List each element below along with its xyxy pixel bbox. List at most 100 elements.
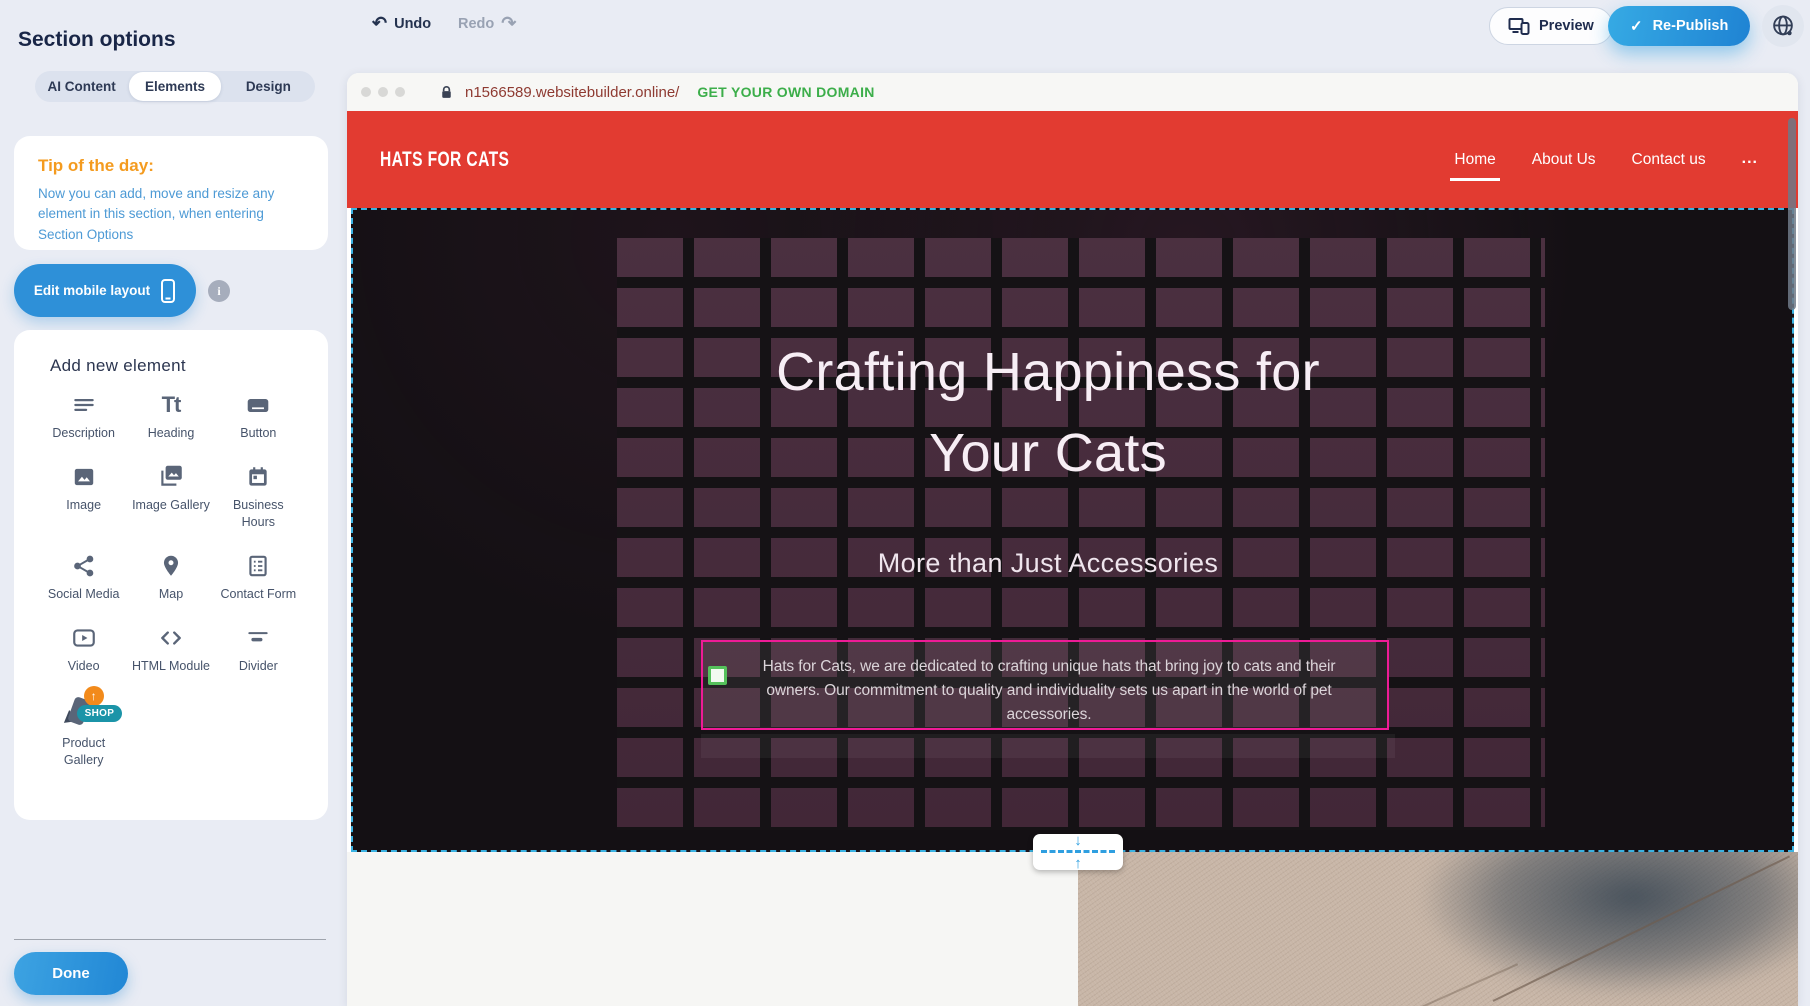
site-preview-canvas: n1566589.websitebuilder.online/ GET YOUR… <box>347 73 1798 1006</box>
add-element-description[interactable]: Description <box>40 390 127 442</box>
hero-title-line2: Your Cats <box>413 413 1683 494</box>
text-lines-icon <box>71 390 97 418</box>
nav-more-button[interactable]: ... <box>1742 156 1758 162</box>
code-icon <box>157 623 185 651</box>
smartphone-icon <box>160 278 176 304</box>
nav-item-home[interactable]: Home <box>1454 151 1495 169</box>
add-element-label: Map <box>159 586 183 603</box>
photo-crack-line <box>1408 963 1518 1006</box>
add-element-product-gallery[interactable]: SHOP Product Gallery <box>40 694 127 769</box>
add-element-label: Video <box>68 658 100 675</box>
add-element-label: Heading <box>148 425 195 442</box>
lock-icon <box>438 83 455 102</box>
site-nav: Home About Us Contact us ... <box>1454 151 1758 169</box>
language-globe-button[interactable] <box>1762 5 1804 47</box>
check-icon <box>1630 17 1643 35</box>
add-element-image-gallery[interactable]: Image Gallery <box>127 462 214 531</box>
hero-subtitle: More than Just Accessories <box>413 548 1683 579</box>
selected-paragraph-element[interactable]: Hats for Cats, we are dedicated to craft… <box>701 640 1389 730</box>
canvas-scrollbar[interactable] <box>1788 118 1796 310</box>
nav-item-about-us[interactable]: About Us <box>1532 151 1596 169</box>
element-hover-strip <box>701 734 1395 758</box>
add-element-label: Image Gallery <box>132 497 210 514</box>
add-element-html-module[interactable]: HTML Module <box>127 623 214 675</box>
add-element-map[interactable]: Map <box>127 551 214 603</box>
tip-of-the-day-card: Tip of the day: Now you can add, move an… <box>14 136 328 250</box>
tip-title: Tip of the day: <box>38 156 304 176</box>
tab-ai-content[interactable]: AI Content <box>36 72 127 101</box>
site-header: HATS FOR CATS Home About Us Contact us .… <box>347 111 1798 208</box>
republish-button[interactable]: Re-Publish <box>1608 6 1750 46</box>
nav-item-contact-us[interactable]: Contact us <box>1632 151 1706 169</box>
product-gallery-icon: SHOP <box>63 694 105 728</box>
add-element-label: HTML Module <box>132 658 210 675</box>
done-button[interactable]: Done <box>14 952 128 995</box>
hero-title-line1: Crafting Happiness for <box>413 332 1683 413</box>
shop-badge: SHOP <box>77 705 123 722</box>
arrow-down-icon <box>1074 833 1082 848</box>
add-element-label: Button <box>240 425 276 442</box>
add-element-social-media[interactable]: Social Media <box>40 551 127 603</box>
tip-body: Now you can add, move and resize any ele… <box>38 184 304 245</box>
next-section-photo <box>1078 852 1798 1006</box>
share-icon <box>71 551 97 579</box>
hero-paragraph: Hats for Cats, we are dedicated to craft… <box>737 655 1361 727</box>
url-text[interactable]: n1566589.websitebuilder.online/ <box>465 84 679 101</box>
add-element-label: Description <box>52 425 115 442</box>
redo-label: Redo <box>458 16 494 32</box>
sidebar-tabbar: AI Content Elements Design <box>35 71 315 102</box>
button-icon <box>244 390 272 418</box>
republish-label: Re-Publish <box>1653 18 1729 34</box>
add-element-divider[interactable]: Divider <box>215 623 302 675</box>
heading-icon <box>162 390 181 418</box>
calendar-icon <box>245 462 271 490</box>
upgrade-arrow-badge <box>84 686 104 706</box>
image-gallery-icon <box>157 462 185 490</box>
add-element-button[interactable]: Button <box>215 390 302 442</box>
add-element-label: Business Hours <box>218 497 298 531</box>
image-icon <box>71 462 97 490</box>
section-height-resize-handle[interactable] <box>1033 834 1123 870</box>
video-icon <box>70 623 98 651</box>
add-element-grid: Description Heading Button Image <box>14 390 328 769</box>
add-element-business-hours[interactable]: Business Hours <box>215 462 302 531</box>
page-title: Section options <box>18 28 176 52</box>
sidebar-divider <box>14 939 326 940</box>
photo-shadow-blob <box>1418 852 1798 997</box>
form-icon <box>245 551 271 579</box>
site-logo[interactable]: HATS FOR CATS <box>380 147 509 172</box>
add-element-video[interactable]: Video <box>40 623 127 675</box>
info-button[interactable] <box>208 280 230 302</box>
undo-label: Undo <box>394 16 431 32</box>
add-element-heading[interactable]: Heading <box>127 390 214 442</box>
add-element-label: Image <box>66 497 101 514</box>
info-icon <box>217 283 220 298</box>
redo-icon <box>501 13 516 34</box>
add-element-image[interactable]: Image <box>40 462 127 531</box>
add-element-label: Social Media <box>48 586 120 603</box>
edit-mobile-layout-button[interactable]: Edit mobile layout <box>14 264 196 317</box>
globe-icon <box>1770 13 1796 39</box>
browser-dot <box>378 87 388 97</box>
edit-mobile-label: Edit mobile layout <box>34 283 150 298</box>
add-element-contact-form[interactable]: Contact Form <box>215 551 302 603</box>
divider-icon <box>245 623 271 651</box>
undo-icon <box>372 13 387 34</box>
undo-button[interactable]: Undo <box>372 13 431 34</box>
map-pin-icon <box>158 551 184 579</box>
arrow-up-icon <box>1074 856 1082 871</box>
tab-design[interactable]: Design <box>223 72 314 101</box>
tab-elements[interactable]: Elements <box>129 72 220 101</box>
app-window: Section options Undo Redo Preview Re-Pub… <box>0 0 1810 1006</box>
add-element-title: Add new element <box>50 356 328 376</box>
selection-resize-handle[interactable] <box>708 666 727 685</box>
preview-label: Preview <box>1539 18 1594 34</box>
hero-section[interactable]: Crafting Happiness for Your Cats More th… <box>351 208 1794 852</box>
devices-icon <box>1508 16 1530 36</box>
get-your-own-domain-link[interactable]: GET YOUR OWN DOMAIN <box>697 84 874 100</box>
browser-dot <box>395 87 405 97</box>
next-section-white-area <box>347 852 1078 1006</box>
preview-button[interactable]: Preview <box>1489 7 1613 45</box>
redo-button[interactable]: Redo <box>458 13 516 34</box>
add-element-label: Product Gallery <box>44 735 124 769</box>
